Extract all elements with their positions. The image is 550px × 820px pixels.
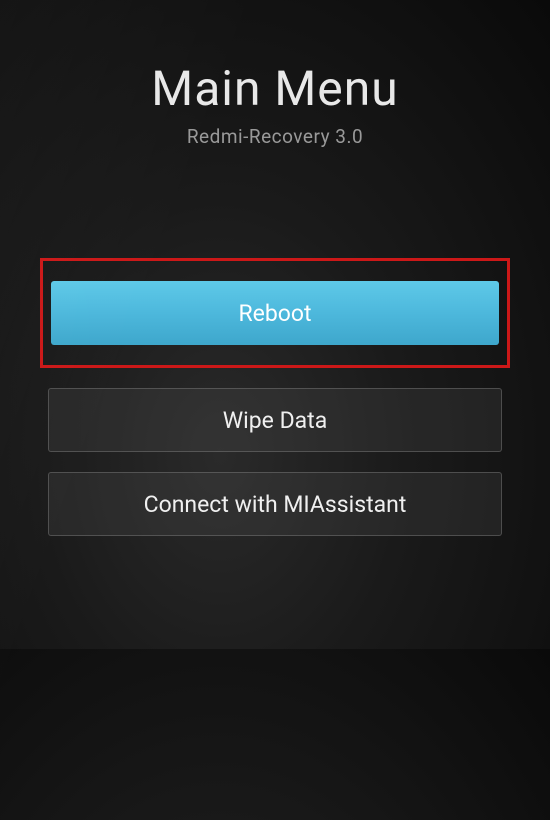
main-menu: Reboot Wipe Data Connect with MIAssistan… [30,258,520,536]
reboot-button[interactable]: Reboot [51,281,499,345]
page-title: Main Menu [151,60,398,117]
page-subtitle: Redmi-Recovery 3.0 [187,125,363,148]
annotation-highlight: Reboot [40,258,510,368]
wipe-data-button[interactable]: Wipe Data [48,388,502,452]
connect-miassistant-button[interactable]: Connect with MIAssistant [48,472,502,536]
recovery-screen: Main Menu Redmi-Recovery 3.0 Reboot Wipe… [0,0,550,649]
